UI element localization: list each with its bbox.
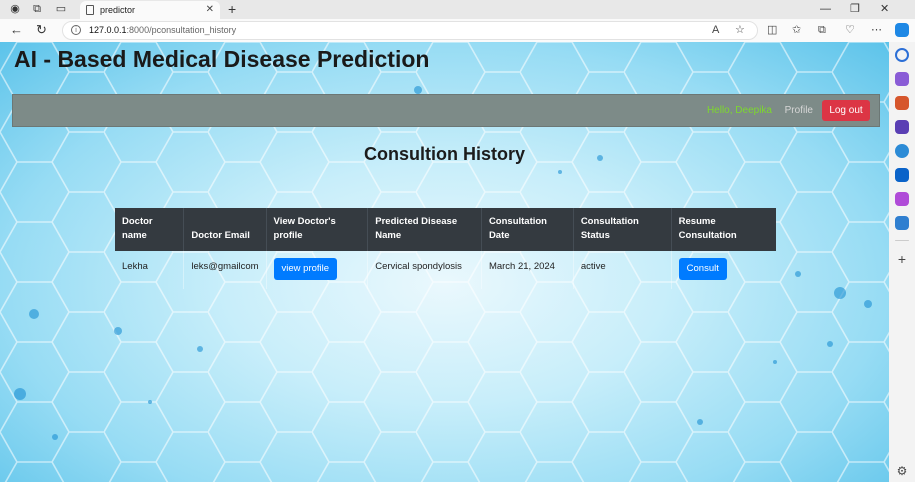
back-icon[interactable]: ← [10,22,23,38]
table-header-row: Doctor name Doctor Email View Doctor's p… [115,208,776,251]
close-window-icon[interactable]: ✕ [880,1,889,17]
browser-sidebar: + ⚙ [889,42,915,482]
sidebar-settings-gear-icon[interactable]: ⚙ [895,464,909,478]
col-view-profile: View Doctor's profile [266,208,369,251]
browser-essentials-icon[interactable]: ♡ [845,23,855,37]
cell-disease: Cervical spondylosis [367,251,482,289]
table-row: Lekha leks@gmailcom view profile Cervica… [115,251,776,289]
col-resume: Resume Consultation [671,208,776,251]
cell-doctor-name: Lekha [115,251,185,289]
cell-view-profile: view profile [266,251,369,289]
top-navbar: Hello, Deepika Profile Log out [12,94,880,127]
col-disease: Predicted Disease Name [367,208,482,251]
profile-link[interactable]: Profile [785,105,813,116]
outlook-icon[interactable] [895,168,909,182]
profile-icon[interactable]: ◉ [8,2,22,16]
collections-toolbar-icon[interactable]: ⧉ [818,23,826,37]
url-path: :8000/pconsultation_history [126,25,237,35]
site-info-icon[interactable]: i [71,25,81,35]
games-icon[interactable] [895,120,909,134]
cell-status: active [573,251,672,289]
cell-doctor-email: leks@gmailcom [183,251,267,289]
designer-icon[interactable] [895,192,909,206]
view-profile-button[interactable]: view profile [273,258,338,280]
read-aloud-icon[interactable]: A [712,23,719,37]
site-title: AI - Based Medical Disease Prediction [14,46,430,72]
shopping-icon[interactable] [895,72,909,86]
new-tab-icon[interactable]: + [228,0,236,18]
browser-tab-bar: ◉ ⧉ ▭ predictor ✕ + — ❐ ✕ [0,0,915,19]
page-heading: Consultion History [364,144,525,164]
consultation-history-table: Doctor name Doctor Email View Doctor's p… [115,208,776,289]
tools-icon[interactable] [895,96,909,110]
logout-button[interactable]: Log out [822,100,870,121]
tab-title: predictor [100,5,136,15]
add-sidebar-app-icon[interactable]: + [895,252,909,266]
browser-tab[interactable]: predictor ✕ [80,1,220,19]
col-doctor-name: Doctor name [115,208,185,251]
split-screen-icon[interactable]: ◫ [767,23,777,37]
restore-icon[interactable]: ❐ [850,1,860,17]
tab-actions-icon[interactable]: ▭ [54,2,68,16]
minimize-icon[interactable]: — [820,1,831,17]
col-status: Consultation Status [573,208,672,251]
col-date: Consultation Date [481,208,574,251]
consult-button[interactable]: Consult [678,258,727,280]
address-bar[interactable]: i 127.0.0.1:8000/pconsultation_history [62,21,758,40]
copilot-icon[interactable] [895,23,909,37]
user-greeting: Hello, Deepika [706,105,772,116]
close-tab-icon[interactable]: ✕ [206,1,214,19]
collections-icon[interactable]: ⧉ [30,2,44,16]
refresh-icon[interactable]: ↻ [36,22,47,38]
page-icon [86,5,94,15]
col-doctor-email: Doctor Email [183,208,267,251]
address-toolbar: ← ↻ i 127.0.0.1:8000/pconsultation_histo… [0,19,915,42]
drop-icon[interactable] [895,216,909,230]
sidebar-divider [895,240,909,241]
search-icon[interactable] [895,48,909,62]
page-viewport: AI - Based Medical Disease Prediction He… [0,42,889,482]
cell-date: March 21, 2024 [481,251,574,289]
favorite-star-icon[interactable]: ☆ [735,23,745,37]
more-options-icon[interactable]: ⋯ [871,23,882,37]
cell-resume: Consult [671,251,776,289]
favorites-icon[interactable]: ✩ [792,23,801,37]
url-host: 127.0.0.1 [89,25,127,35]
microsoft-365-icon[interactable] [895,144,909,158]
